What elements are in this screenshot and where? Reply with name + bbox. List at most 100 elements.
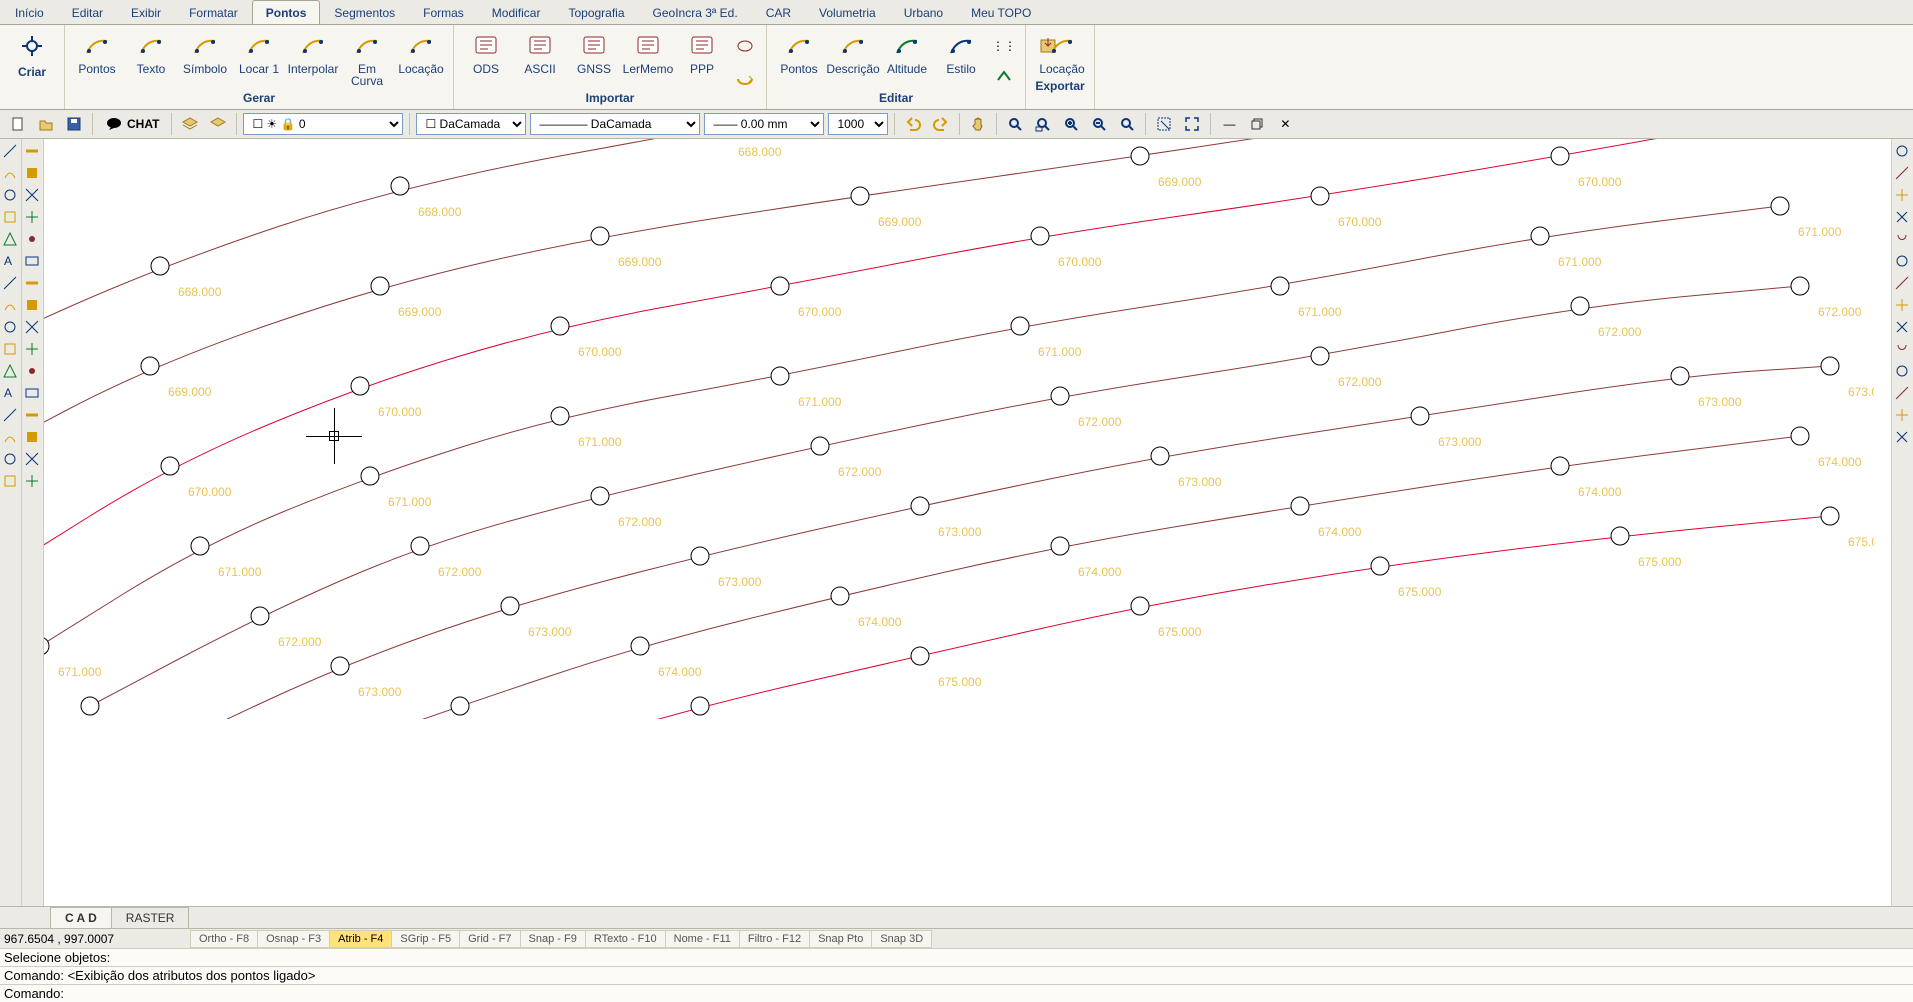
survey-point[interactable] (1271, 277, 1289, 295)
side-tool-8[interactable] (0, 317, 20, 337)
side-tool-13[interactable] (0, 427, 20, 447)
side-tool-5[interactable] (1892, 251, 1912, 271)
layer-select[interactable]: ☐ ☀ 🔒 0 (243, 113, 403, 135)
status-toggle-sgrip-f5[interactable]: SGrip - F5 (391, 930, 460, 948)
survey-point[interactable] (1671, 367, 1689, 385)
side-tool-15[interactable] (0, 471, 20, 491)
undo-button[interactable] (901, 113, 925, 135)
survey-point[interactable] (691, 697, 709, 715)
survey-point[interactable] (81, 697, 99, 715)
ascii-button[interactable]: ASCII (516, 29, 564, 77)
lineweight-select[interactable]: —— 0.00 mm (704, 113, 824, 135)
side-tool-14[interactable] (22, 449, 42, 469)
status-toggle-grid-f7[interactable]: Grid - F7 (459, 930, 520, 948)
side-tool-5[interactable] (22, 251, 42, 271)
survey-point[interactable] (141, 357, 159, 375)
survey-point[interactable] (1771, 197, 1789, 215)
side-tool-7[interactable] (1892, 295, 1912, 315)
survey-point[interactable] (911, 497, 929, 515)
command-prompt[interactable]: Comando: (0, 984, 1913, 1002)
side-tool-9[interactable] (22, 339, 42, 359)
layer-manager-icon[interactable] (206, 113, 230, 135)
import-extra-2[interactable] (732, 63, 758, 89)
survey-point[interactable] (191, 537, 209, 555)
linetype-select[interactable]: ———— DaCamada (530, 113, 700, 135)
side-tool-0[interactable] (0, 141, 20, 161)
survey-point[interactable] (1551, 457, 1569, 475)
survey-point[interactable] (331, 657, 349, 675)
color-select[interactable]: ☐ DaCamada (416, 113, 526, 135)
survey-point[interactable] (1371, 557, 1389, 575)
zoom-in-button[interactable] (1059, 113, 1083, 135)
new-file-button[interactable] (6, 113, 30, 135)
scale-select[interactable]: 1000 (828, 113, 888, 135)
top-tab-car[interactable]: CAR (752, 0, 805, 24)
side-tool-3[interactable] (1892, 207, 1912, 227)
top-tab-formas[interactable]: Formas (409, 0, 478, 24)
window-close-button[interactable]: ✕ (1273, 113, 1297, 135)
side-tool-6[interactable] (0, 273, 20, 293)
side-tool-4[interactable] (1892, 229, 1912, 249)
side-tool-14[interactable] (0, 449, 20, 469)
survey-point[interactable] (151, 257, 169, 275)
survey-point[interactable] (1791, 277, 1809, 295)
side-tool-10[interactable] (0, 361, 20, 381)
status-toggle-rtexto-f10[interactable]: RTexto - F10 (585, 930, 666, 948)
survey-point[interactable] (1011, 317, 1029, 335)
side-tool-15[interactable] (22, 471, 42, 491)
altitude-button[interactable]: Altitude (883, 29, 931, 77)
top-tab-urbano[interactable]: Urbano (890, 0, 957, 24)
ppp-button[interactable]: PPP (678, 29, 726, 77)
survey-point[interactable] (351, 377, 369, 395)
survey-point[interactable] (1821, 357, 1839, 375)
estilo-button[interactable]: Estilo (937, 29, 985, 77)
survey-point[interactable] (1051, 537, 1069, 555)
side-tool-7[interactable] (22, 295, 42, 315)
side-tool-2[interactable] (1892, 185, 1912, 205)
view-tab-cad[interactable]: C A D (50, 907, 112, 928)
zoom-extents-button[interactable] (1115, 113, 1139, 135)
survey-point[interactable] (1131, 147, 1149, 165)
interpolar-button[interactable]: Interpolar (289, 29, 337, 77)
survey-point[interactable] (551, 317, 569, 335)
survey-point[interactable] (831, 587, 849, 605)
survey-point[interactable] (1551, 147, 1569, 165)
side-tool-6[interactable] (1892, 273, 1912, 293)
pontos-button[interactable]: Pontos (775, 29, 823, 77)
survey-point[interactable] (411, 537, 429, 555)
em-curva-button[interactable]: Em Curva (343, 29, 391, 89)
status-toggle-osnap-f3[interactable]: Osnap - F3 (257, 930, 330, 948)
survey-point[interactable] (771, 367, 789, 385)
locar-1-button[interactable]: Locar 1 (235, 29, 283, 77)
status-toggle-atrib-f4[interactable]: Atrib - F4 (329, 930, 392, 948)
survey-point[interactable] (1311, 187, 1329, 205)
ods-button[interactable]: ODS (462, 29, 510, 77)
side-tool-4[interactable] (0, 229, 20, 249)
side-tool-6[interactable] (22, 273, 42, 293)
survey-point[interactable] (44, 637, 49, 655)
contour-line[interactable] (44, 139, 1500, 356)
lermemo-button[interactable]: LerMemo (624, 29, 672, 77)
select-window-button[interactable] (1152, 113, 1176, 135)
survey-point[interactable] (1821, 507, 1839, 525)
side-tool-0[interactable] (1892, 141, 1912, 161)
survey-point[interactable] (1051, 387, 1069, 405)
top-tab-geoincra-3-ed-[interactable]: GeoIncra 3ª Ed. (639, 0, 752, 24)
loca-o-button[interactable]: Locação (1038, 29, 1086, 77)
side-tool-9[interactable] (0, 339, 20, 359)
survey-point[interactable] (501, 597, 519, 615)
side-tool-13[interactable] (22, 427, 42, 447)
contour-line[interactable] (500, 516, 1830, 719)
survey-point[interactable] (911, 647, 929, 665)
side-tool-12[interactable] (22, 405, 42, 425)
s-mbolo-button[interactable]: Símbolo (181, 29, 229, 77)
top-tab-volumetria[interactable]: Volumetria (805, 0, 890, 24)
top-tab-formatar[interactable]: Formatar (175, 0, 252, 24)
side-tool-8[interactable] (1892, 317, 1912, 337)
survey-point[interactable] (851, 187, 869, 205)
side-tool-11[interactable]: A (0, 383, 20, 403)
status-toggle-snap-pto[interactable]: Snap Pto (809, 930, 872, 948)
side-tool-3[interactable] (0, 207, 20, 227)
survey-point[interactable] (1411, 407, 1429, 425)
contour-line[interactable] (290, 436, 1800, 719)
